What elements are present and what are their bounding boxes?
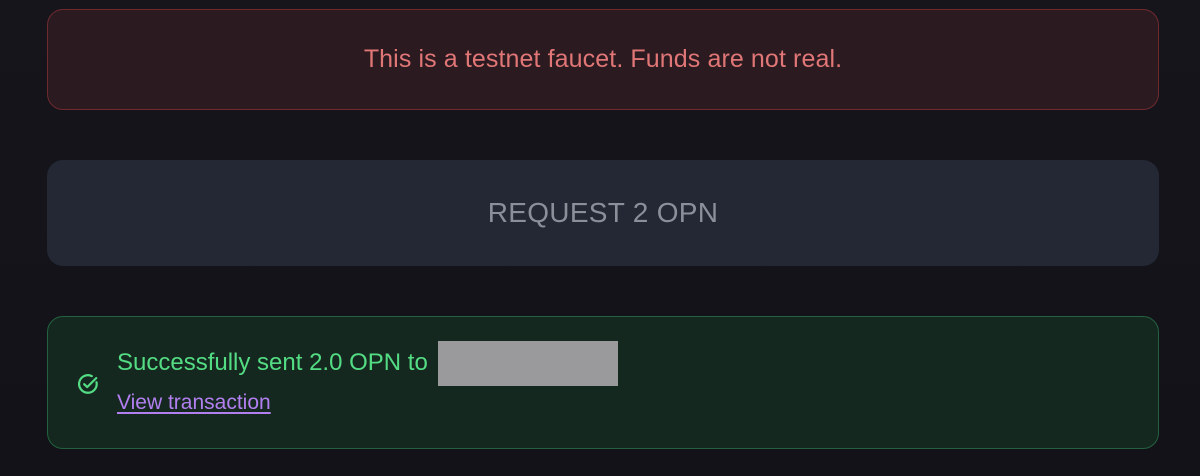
check-circle-icon xyxy=(78,374,98,394)
success-message-row: Successfully sent 2.0 OPN to xyxy=(117,340,618,386)
request-opn-label: REQUEST 2 OPN xyxy=(487,197,719,228)
redacted-address xyxy=(437,340,618,386)
success-message: Successfully sent 2.0 OPN to xyxy=(117,349,428,376)
testnet-warning-banner: This is a testnet faucet. Funds are not … xyxy=(47,9,1159,110)
view-transaction-link[interactable]: View transaction xyxy=(117,391,271,415)
testnet-warning-text: This is a testnet faucet. Funds are not … xyxy=(363,45,843,73)
faucet-page: This is a testnet faucet. Funds are not … xyxy=(0,0,1200,476)
request-opn-button[interactable]: REQUEST 2 OPN xyxy=(47,160,1159,266)
